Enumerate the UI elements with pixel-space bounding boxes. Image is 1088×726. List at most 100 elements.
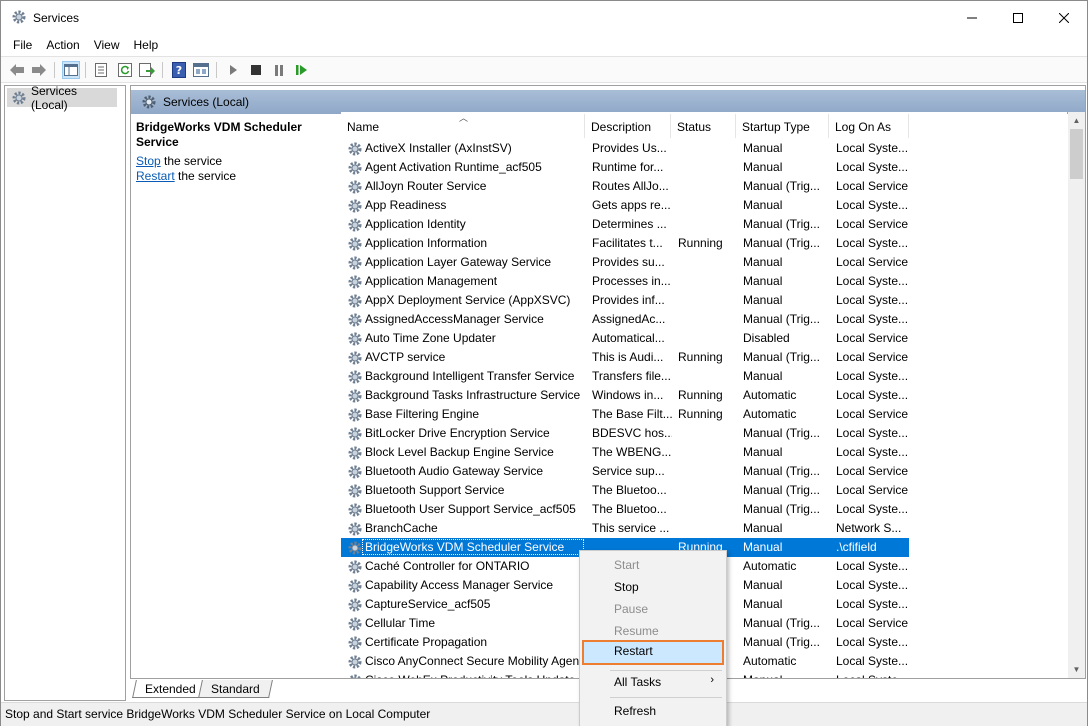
table-row[interactable]: ActiveX Installer (AxInstSV) Provides Us.… (341, 139, 909, 158)
service-description: Automatical... (592, 331, 665, 345)
service-log-on-as: Local Syste... (836, 635, 908, 649)
maximize-button[interactable] (995, 1, 1041, 35)
service-startup-type: Manual (Trig... (743, 502, 820, 516)
gear-icon (348, 218, 362, 232)
table-row[interactable]: AppX Deployment Service (AppXSVC) Provide… (341, 291, 909, 310)
maximize-icon (1013, 13, 1023, 23)
service-name: Block Level Backup Engine Service (365, 445, 554, 459)
service-description: The WBENG... (592, 445, 672, 459)
service-description: Runtime for... (592, 160, 664, 174)
column-header-description[interactable]: Description (585, 114, 671, 138)
service-startup-type: Manual (Trig... (743, 426, 820, 440)
service-name: Cellular Time (365, 616, 436, 630)
scroll-down-icon[interactable]: ▼ (1068, 661, 1085, 678)
context-menu-pause[interactable]: Pause (582, 598, 724, 620)
menu-help[interactable]: Help (127, 35, 166, 55)
table-row[interactable]: AllJoyn Router Service Routes AllJo... Man… (341, 177, 909, 196)
close-button[interactable] (1041, 1, 1087, 35)
service-log-on-as: Local Service (836, 407, 908, 421)
gear-icon (348, 617, 362, 631)
back-button[interactable] (8, 61, 26, 79)
service-description: AssignedAc... (592, 312, 666, 326)
vertical-scrollbar[interactable]: ▲ ▼ (1068, 112, 1085, 678)
menu-view[interactable]: View (87, 35, 127, 55)
service-status: Running (678, 350, 723, 364)
context-menu-restart[interactable]: Restart (582, 640, 724, 665)
scroll-thumb[interactable] (1070, 129, 1083, 179)
context-menu-all-tasks[interactable]: All Tasks › (582, 671, 724, 693)
scroll-up-icon[interactable]: ▲ (1068, 112, 1085, 129)
table-row[interactable]: Bluetooth Support Service The Bluetoo... M… (341, 481, 909, 500)
gear-icon (348, 199, 362, 213)
table-row[interactable]: Application Layer Gateway Service Provide… (341, 253, 909, 272)
show-tree-button[interactable] (62, 61, 80, 79)
forward-button[interactable] (30, 61, 48, 79)
table-row[interactable]: Bluetooth User Support Service_acf505 The… (341, 500, 909, 519)
service-name: Bluetooth Support Service (365, 483, 505, 497)
context-menu-start[interactable]: Start (582, 554, 724, 576)
service-name: Background Intelligent Transfer Service (365, 369, 575, 383)
table-row[interactable]: Background Tasks Infrastructure Service W… (341, 386, 909, 405)
context-menu-resume[interactable]: Resume (582, 620, 724, 642)
toolbar-separator (162, 62, 163, 78)
restart-service-link[interactable]: Restart (136, 169, 175, 183)
table-row[interactable]: Bluetooth Audio Gateway Service Service s… (341, 462, 909, 481)
export-list-button[interactable] (138, 61, 156, 79)
tab-extended[interactable]: Extended (132, 680, 209, 698)
service-log-on-as: Local Service (836, 255, 908, 269)
stop-service-link[interactable]: Stop (136, 154, 161, 168)
refresh-button[interactable] (116, 61, 134, 79)
service-name: Capability Access Manager Service (365, 578, 554, 592)
service-name: Base Filtering Engine (365, 407, 480, 421)
start-service-button[interactable] (224, 61, 242, 79)
service-description: BDESVC hos... (592, 426, 672, 440)
menu-file[interactable]: File (1, 35, 39, 55)
service-log-on-as: Local Service (836, 350, 908, 364)
table-row[interactable]: BranchCache This service ... Manual Network… (341, 519, 909, 538)
service-log-on-as: Local Syste... (836, 559, 908, 573)
tab-standard[interactable]: Standard (198, 680, 273, 698)
context-menu-stop[interactable]: Stop (582, 576, 724, 598)
table-row[interactable]: BitLocker Drive Encryption Service BDESVC… (341, 424, 909, 443)
pause-service-button[interactable] (270, 61, 288, 79)
column-header-name[interactable]: ︿ Name (341, 113, 585, 138)
restart-icon (296, 65, 307, 75)
service-log-on-as: Local Syste... (836, 274, 908, 288)
context-menu-refresh[interactable]: Refresh (582, 700, 724, 722)
stop-service-button[interactable] (247, 61, 265, 79)
service-startup-type: Manual (743, 293, 783, 307)
table-row[interactable]: App Readiness Gets apps re... Manual Local … (341, 196, 909, 215)
minimize-button[interactable] (949, 1, 995, 35)
column-header-log-on-as[interactable]: Log On As (829, 114, 909, 138)
service-name: Auto Time Zone Updater (365, 331, 496, 345)
toolbar-separator (216, 62, 217, 78)
service-name: AllJoyn Router Service (365, 179, 487, 193)
service-startup-type: Manual (Trig... (743, 464, 820, 478)
table-row[interactable]: AVCTP service This is Audi... Running Manua… (341, 348, 909, 367)
table-row[interactable]: Application Management Processes in... Man… (341, 272, 909, 291)
table-row[interactable]: AssignedAccessManager Service AssignedAc.… (341, 310, 909, 329)
service-log-on-as: Local Syste... (836, 369, 908, 383)
table-row[interactable]: Background Intelligent Transfer Service T… (341, 367, 909, 386)
service-startup-type: Manual (743, 445, 783, 459)
tree-item-services-local[interactable]: Services (Local) (7, 84, 117, 112)
table-row[interactable]: Application Information Facilitates t... R… (341, 234, 909, 253)
table-row[interactable]: Base Filtering Engine The Base Filt... Run… (341, 405, 909, 424)
pane-header: Services (Local) (131, 90, 1085, 114)
table-row[interactable]: Block Level Backup Engine Service The WBE… (341, 443, 909, 462)
service-name: Cisco WebEx Productivity Tools Update (365, 673, 585, 678)
service-startup-type: Manual (743, 540, 783, 554)
column-header-startup-type[interactable]: Startup Type (736, 114, 829, 138)
properties-button[interactable] (92, 61, 110, 79)
gear-icon (348, 655, 362, 669)
restart-service-button[interactable] (293, 61, 311, 79)
help-icon: ? (172, 62, 186, 78)
menu-action[interactable]: Action (39, 35, 86, 55)
column-header-status[interactable]: Status (671, 114, 736, 138)
table-row[interactable]: Agent Activation Runtime_acf505 Runtime f… (341, 158, 909, 177)
table-row[interactable]: Auto Time Zone Updater Automatical... Disa… (341, 329, 909, 348)
view-button[interactable] (192, 61, 210, 79)
help-button[interactable]: ? (170, 61, 188, 79)
selected-service-title: BridgeWorks VDM Scheduler Service (136, 120, 302, 149)
table-row[interactable]: Application Identity Determines ... Manual… (341, 215, 909, 234)
